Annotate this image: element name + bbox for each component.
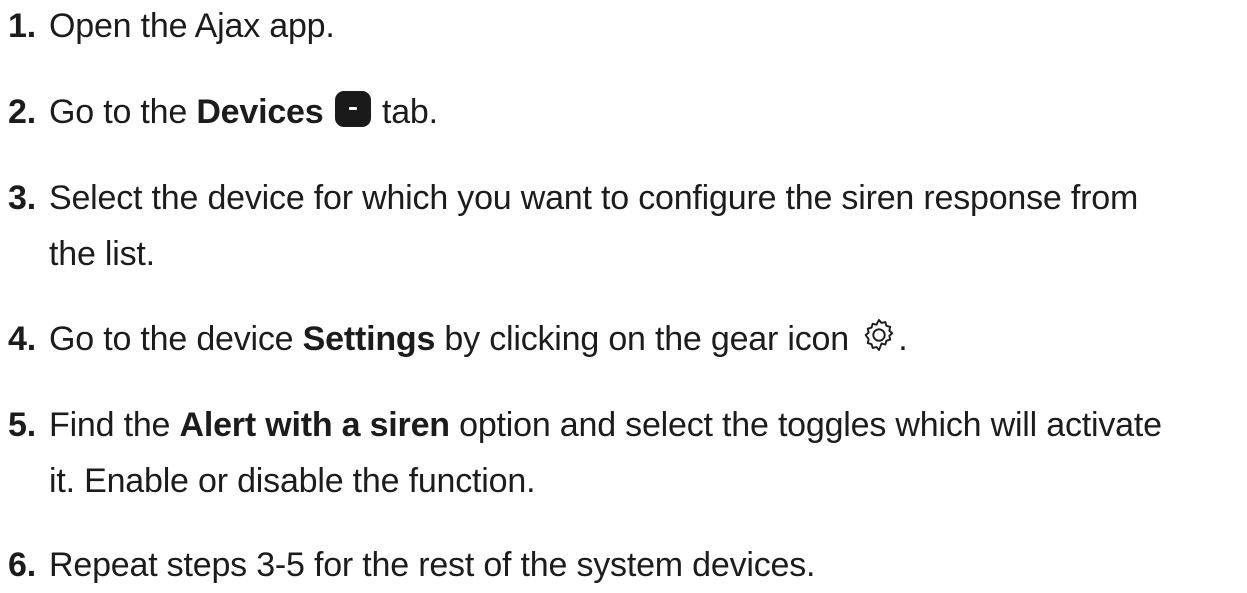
step-text-line-2: the list.	[49, 235, 155, 273]
step-text-line-1: Find the Alert with a siren option and s…	[49, 397, 1244, 453]
step-text-before: Find the	[49, 406, 180, 444]
devices-tab-icon	[334, 91, 371, 127]
step-number: 3.	[8, 179, 36, 217]
step-number: 2.	[8, 93, 36, 131]
step-text: Repeat steps 3-5 for the rest of the sys…	[49, 546, 816, 584]
step-text-after: tab.	[372, 93, 438, 131]
step-text: Open the Ajax app.	[49, 7, 335, 45]
step-text-line-1: Select the device for which you want to …	[49, 179, 1139, 217]
step-text-after: option and select the toggles which will…	[449, 406, 1162, 444]
alert-with-siren-label: Alert with a siren	[179, 406, 451, 444]
step-text-before: Go to the device	[49, 320, 303, 358]
settings-label: Settings	[302, 320, 436, 358]
step-6: 6. Repeat steps 3-5 for the rest of the …	[8, 537, 1244, 593]
step-1: 1. Open the Ajax app.	[8, 0, 1244, 54]
step-2: 2. Go to the Devices tab.	[8, 84, 1244, 140]
gear-icon	[864, 319, 894, 351]
step-text-after: .	[898, 320, 908, 358]
step-5: 5. Find the Alert with a siren option an…	[8, 397, 1244, 509]
step-number: 4.	[8, 320, 36, 358]
devices-label: Devices	[196, 93, 324, 131]
step-3: 3. Select the device for which you want …	[8, 170, 1244, 282]
step-text-middle: by clicking on the gear icon	[435, 320, 859, 358]
step-number: 1.	[8, 7, 36, 45]
step-number: 6.	[8, 546, 36, 584]
step-text-before: Go to the	[49, 93, 197, 131]
step-text-line-2: it. Enable or disable the function.	[49, 462, 536, 500]
step-4: 4. Go to the device Settings by clicking…	[8, 311, 1244, 367]
step-number: 5.	[8, 406, 36, 444]
